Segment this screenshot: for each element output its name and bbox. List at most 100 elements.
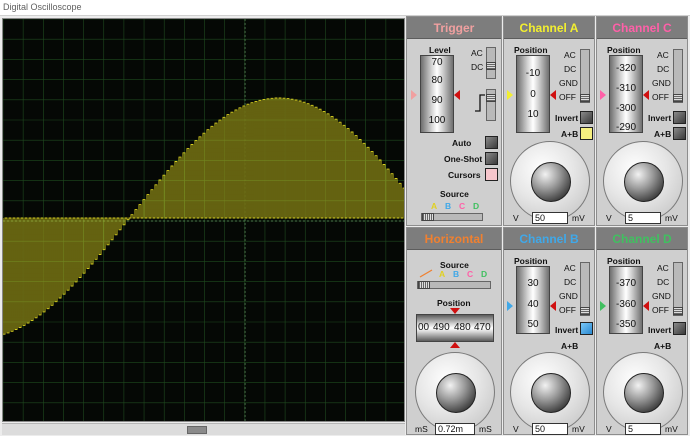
channel-c-unit-right: mV (665, 213, 678, 223)
channel-b-coupling-knob[interactable] (580, 307, 590, 315)
channel-d-value[interactable]: 5 (625, 423, 661, 435)
horizontal-panel: Horizontal Source A B C D Position 00 49… (406, 227, 502, 435)
trigger-title: Trigger (407, 17, 501, 39)
scope-display[interactable] (2, 18, 405, 422)
channel-c-position-drum[interactable]: -320 -310 -300 -290 (609, 55, 643, 133)
level-marker-right-icon (454, 90, 460, 100)
trigger-source-d[interactable]: D (473, 201, 479, 211)
trigger-edge-switch[interactable] (486, 89, 496, 121)
channel-c-volts-dial[interactable] (603, 141, 683, 221)
trigger-level-label: Level (429, 45, 451, 55)
horizontal-source-slider[interactable] (417, 281, 491, 289)
channel-a-panel: Channel A Position -10 0 10 AC DC GND OF… (503, 16, 595, 226)
channel-a-knob[interactable] (531, 162, 571, 202)
channel-c-pos-3: -300 (615, 103, 636, 114)
channel-b-coupling-switch[interactable] (580, 262, 590, 316)
channel-d-ac-label: AC (657, 263, 669, 273)
auto-button[interactable] (485, 136, 498, 149)
channel-d-pos-1: -370 (615, 278, 636, 289)
channel-d-volts-dial[interactable] (603, 352, 683, 432)
horizontal-source-c[interactable]: C (467, 269, 473, 279)
channel-d-position-drum[interactable]: -370 -360 -350 (609, 266, 643, 334)
channel-a-volts-dial[interactable] (510, 141, 590, 221)
channel-c-unit-left: V (606, 213, 612, 223)
horizontal-source-a[interactable]: A (439, 269, 445, 279)
horizontal-value[interactable]: 0.72m (435, 423, 475, 435)
horizontal-source-b[interactable]: B (453, 269, 459, 279)
trigger-source-b[interactable]: B (445, 201, 451, 211)
channel-b-unit-right: mV (572, 424, 585, 434)
trigger-source-c[interactable]: C (459, 201, 465, 211)
channel-d-coupling-switch[interactable] (673, 262, 683, 316)
channel-d-dc-label: DC (657, 277, 670, 287)
trigger-edge-knob[interactable] (486, 94, 496, 102)
scrollbar-thumb[interactable] (187, 426, 207, 434)
channel-d-unit-right: mV (665, 424, 678, 434)
channel-b-unit-left: V (513, 424, 519, 434)
one-shot-button[interactable] (485, 152, 498, 165)
channel-c-invert-button[interactable] (673, 111, 686, 124)
horizontal-time-dial[interactable] (415, 352, 495, 432)
channel-c-gnd-label: GND (652, 78, 671, 88)
channel-a-ac-label: AC (564, 50, 576, 60)
channel-c-coupling-knob[interactable] (673, 94, 683, 102)
channel-a-off-label: OFF (559, 92, 576, 102)
channel-b-value[interactable]: 50 (532, 423, 568, 435)
trigger-source-label: Source (440, 189, 469, 199)
channel-b-invert-button[interactable] (580, 322, 593, 335)
horizontal-scrollbar[interactable] (2, 423, 405, 435)
channel-c-combine-label: A+B (654, 129, 672, 139)
cursors-button[interactable] (485, 168, 498, 181)
channel-c-invert-label: Invert (648, 113, 672, 123)
horizontal-marker-bottom-icon (450, 342, 460, 348)
channel-d-invert-button[interactable] (673, 322, 686, 335)
channel-a-invert-button[interactable] (580, 111, 593, 124)
channel-b-combine-label: A+B (561, 341, 579, 351)
channel-c-knob[interactable] (624, 162, 664, 202)
channel-a-pos-1: -10 (525, 68, 541, 79)
trigger-source-knob[interactable] (422, 213, 434, 221)
channel-d-gnd-label: GND (652, 291, 671, 301)
channel-a-pos-2: 0 (530, 89, 536, 100)
channel-d-pos-2: -360 (615, 299, 636, 310)
horizontal-position-drum[interactable]: 00 490 480 470 (416, 314, 494, 342)
channel-d-marker-left-icon (600, 301, 606, 311)
channel-a-coupling-switch[interactable] (580, 49, 590, 103)
one-shot-label: One-Shot (444, 154, 483, 164)
channel-c-position-label: Position (607, 45, 641, 55)
trigger-coupling-knob[interactable] (486, 62, 496, 70)
channel-a-value[interactable]: 50 (532, 212, 568, 224)
title-bar: Digital Oscilloscope (0, 0, 690, 16)
channel-a-combine-button[interactable] (580, 127, 593, 140)
channel-b-position-drum[interactable]: 30 40 50 (516, 266, 550, 334)
channel-c-panel: Channel C Position -320 -310 -300 -290 A… (596, 16, 688, 226)
channel-b-knob[interactable] (531, 373, 571, 413)
channel-a-position-drum[interactable]: -10 0 10 (516, 55, 550, 133)
horizontal-knob[interactable] (436, 373, 476, 413)
horizontal-position-label: Position (437, 298, 471, 308)
horizontal-source-d[interactable]: D (481, 269, 487, 279)
trigger-level-drum[interactable]: 70 80 90 100 (420, 55, 454, 133)
window-title: Digital Oscilloscope (3, 2, 82, 12)
channel-b-pos-2: 40 (527, 299, 539, 310)
channel-a-combine-label: A+B (561, 129, 579, 139)
scope-graph (3, 19, 404, 421)
channel-d-coupling-knob[interactable] (673, 307, 683, 315)
channel-d-knob[interactable] (624, 373, 664, 413)
horizontal-source-knob[interactable] (418, 281, 430, 289)
channel-a-coupling-knob[interactable] (580, 94, 590, 102)
channel-b-volts-dial[interactable] (510, 352, 590, 432)
horizontal-pos-1: 00 (418, 322, 430, 333)
trigger-coupling-switch[interactable] (486, 47, 496, 79)
trigger-source-a[interactable]: A (431, 201, 437, 211)
trigger-source-slider[interactable] (421, 213, 483, 221)
channel-a-title: Channel A (504, 17, 594, 39)
channel-d-invert-label: Invert (648, 325, 672, 335)
channel-c-combine-button[interactable] (673, 127, 686, 140)
channel-c-coupling-switch[interactable] (673, 49, 683, 103)
channel-c-value[interactable]: 5 (625, 212, 661, 224)
channel-d-panel: Channel D Position -370 -360 -350 AC DC … (596, 227, 688, 435)
channel-b-title: Channel B (504, 228, 594, 250)
ramp-icon (419, 269, 433, 278)
channel-c-dc-label: DC (657, 64, 670, 74)
